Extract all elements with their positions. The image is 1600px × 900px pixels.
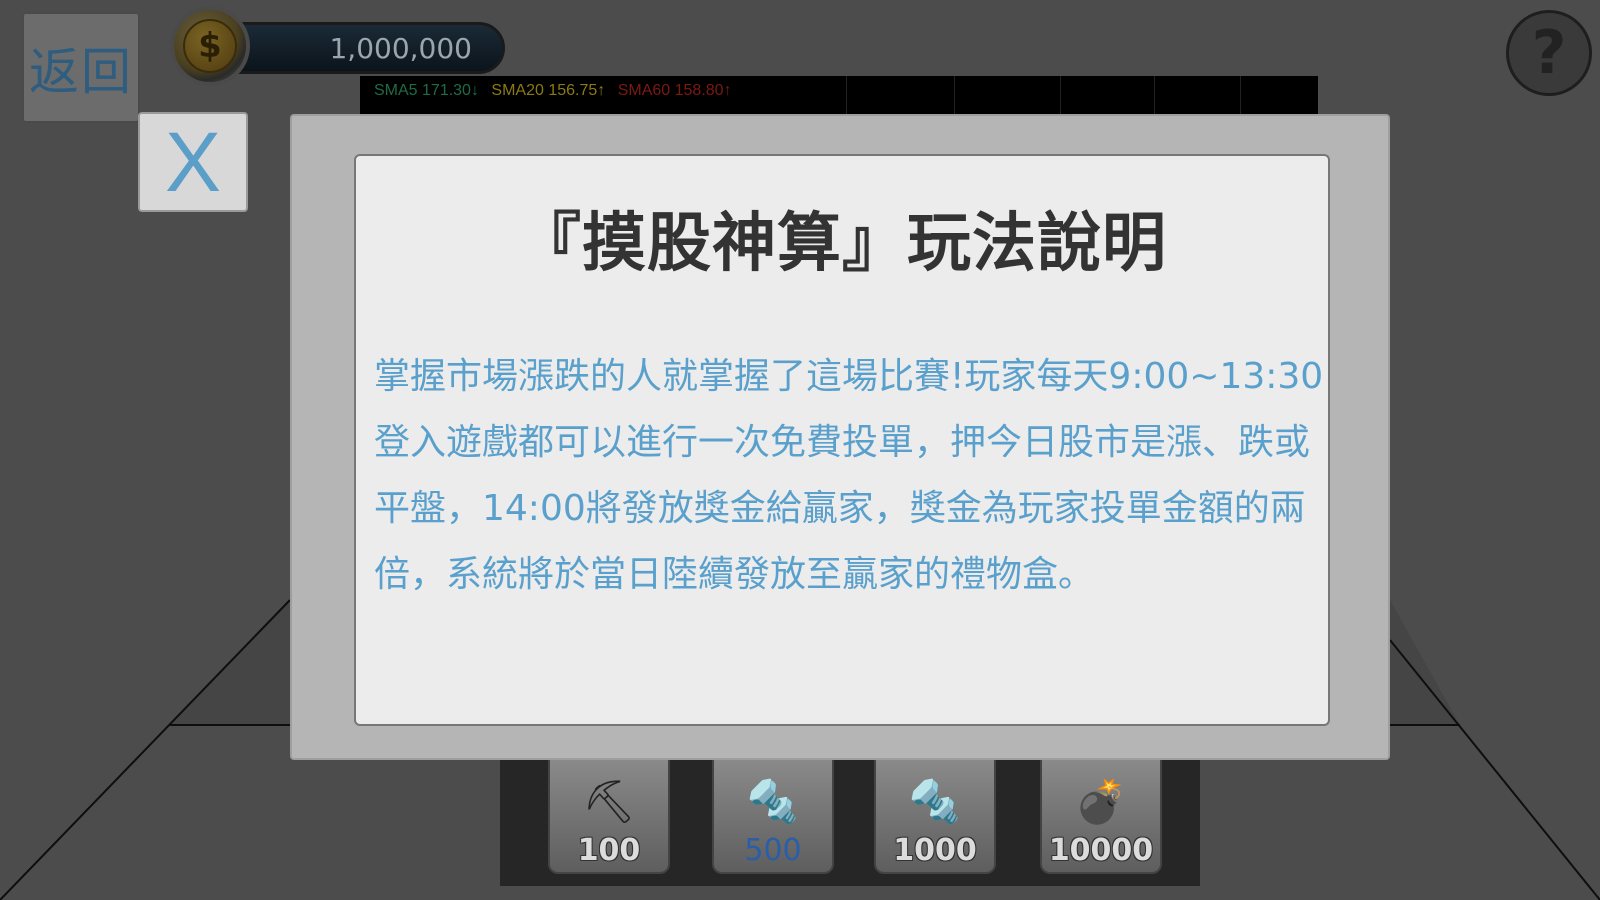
instructions-modal: 『摸股神算』玩法說明 掌握市場漲跌的人就掌握了這場比賽!玩家每天9:00~13:… bbox=[290, 114, 1390, 760]
grid-line bbox=[1154, 76, 1155, 114]
tool-drill-card: 🔩 500 bbox=[712, 760, 834, 874]
sma5-value: SMA5 171.30↓ bbox=[374, 82, 479, 99]
bomb-icon: 💣 bbox=[1074, 777, 1128, 826]
modal-title: 『摸股神算』玩法說明 bbox=[517, 207, 1167, 281]
shovel-icon: ⛏ bbox=[582, 777, 636, 826]
grid-line bbox=[1240, 76, 1241, 114]
dollar-icon: $ bbox=[183, 19, 237, 73]
tool-price: 500 bbox=[744, 833, 802, 868]
tool-double-drill-card: 🔩 1000 bbox=[874, 760, 996, 874]
instructions-panel: 『摸股神算』玩法說明 掌握市場漲跌的人就掌握了這場比賽!玩家每天9:00~13:… bbox=[354, 154, 1330, 726]
grid-line bbox=[846, 76, 847, 114]
drill-icon: 🔩 bbox=[746, 777, 800, 826]
sma20-value: SMA20 156.75↑ bbox=[491, 82, 606, 99]
sma60-value: SMA60 158.80↑ bbox=[617, 82, 732, 99]
grid-line bbox=[1060, 76, 1061, 114]
tool-price: 10000 bbox=[1048, 833, 1154, 868]
double-drill-icon: 🔩 bbox=[908, 777, 962, 826]
help-button[interactable]: ? bbox=[1506, 10, 1592, 96]
tool-tray: ⛏ 100 🔩 500 🔩 1000 💣 10000 bbox=[500, 760, 1200, 886]
back-button[interactable]: 返回 bbox=[22, 12, 140, 123]
grid-line bbox=[954, 76, 955, 114]
tool-price: 100 bbox=[577, 833, 641, 868]
tool-shovel-card: ⛏ 100 bbox=[548, 760, 670, 874]
tool-price: 1000 bbox=[893, 833, 977, 868]
coin-icon: $ bbox=[170, 6, 250, 86]
tool-bomb-card: 💣 10000 bbox=[1040, 760, 1162, 874]
coin-amount: 1,000,000 bbox=[329, 31, 472, 65]
close-button[interactable]: X bbox=[138, 112, 248, 212]
sma-indicator-strip: SMA5 171.30↓ SMA20 156.75↑ SMA60 158.80↑ bbox=[360, 76, 1318, 114]
modal-body-text: 掌握市場漲跌的人就掌握了這場比賽!玩家每天9:00~13:30登入遊戲都可以進行… bbox=[374, 356, 1324, 595]
